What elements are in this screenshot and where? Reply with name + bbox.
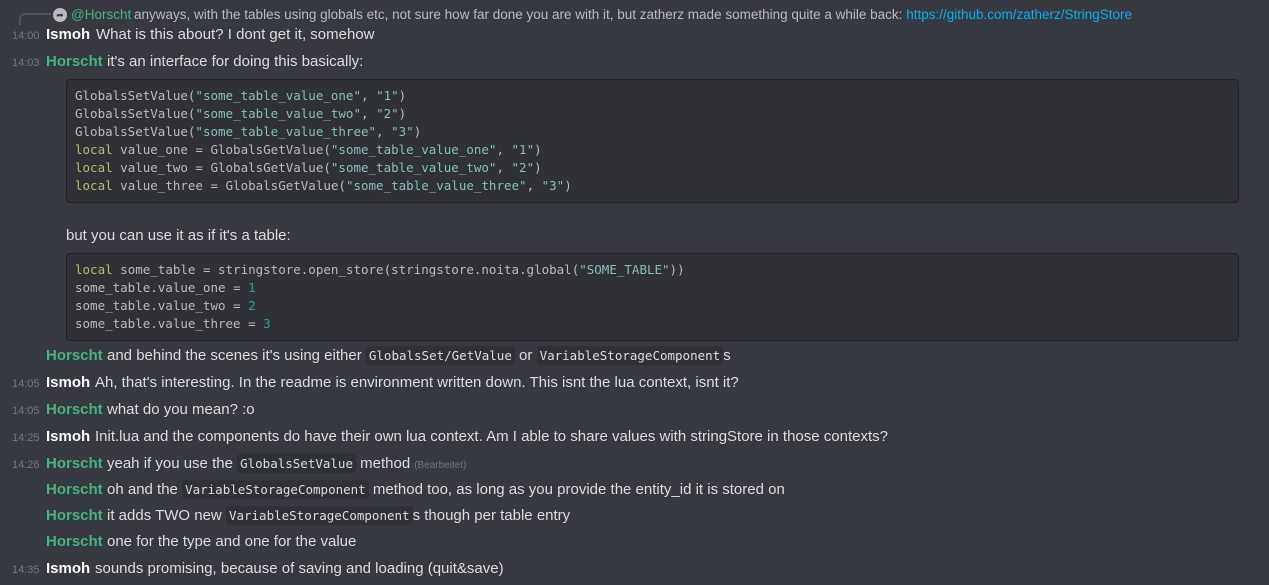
author-name[interactable]: Horscht: [46, 453, 103, 475]
code-line: some_table.value_one = 1: [75, 280, 256, 295]
code-line: GlobalsSetValue("some_table_value_three"…: [75, 124, 422, 139]
reply-reference[interactable]: ➦ @Horscht anyways, with the tables usin…: [0, 5, 1269, 25]
author-name[interactable]: Ismoh: [46, 372, 90, 394]
inline-code: GlobalsSetValue: [237, 454, 356, 473]
code-line: GlobalsSetValue("some_table_value_two", …: [75, 106, 407, 121]
inline-code: VariableStorageComponent: [536, 346, 724, 365]
code-line: GlobalsSetValue("some_table_value_one", …: [75, 88, 407, 103]
message-text: one for the type and one for the value: [107, 533, 357, 550]
inline-code: VariableStorageComponent: [182, 480, 369, 499]
code-line: local some_table = stringstore.open_stor…: [75, 262, 685, 277]
author-name[interactable]: Horscht: [46, 345, 103, 367]
author-name[interactable]: Ismoh: [46, 558, 90, 580]
message-text: Ah, that's interesting. In the readme is…: [95, 374, 739, 391]
reply-mention[interactable]: @Horscht: [71, 7, 131, 22]
reply-link[interactable]: https://github.com/zatherz/StringStore: [906, 7, 1132, 22]
reply-text: anyways, with the tables using globals e…: [134, 7, 1132, 22]
code-line: some_table.value_two = 2: [75, 298, 256, 313]
timestamp: 14:26: [12, 459, 40, 471]
author-name[interactable]: Horscht: [46, 505, 103, 527]
message-text: yeah if you use the GlobalsSetValue meth…: [107, 454, 467, 473]
message-text: oh and the VariableStorageComponent meth…: [107, 480, 785, 499]
inline-code: VariableStorageComponent: [225, 506, 413, 525]
author-name[interactable]: Ismoh: [46, 426, 90, 448]
code-line: local value_one = GlobalsGetValue("some_…: [75, 142, 542, 157]
timestamp: 14:03: [12, 57, 40, 69]
edited-label: (Bearbeitet): [414, 460, 467, 471]
code-block: local some_table = stringstore.open_stor…: [66, 253, 1239, 341]
code-line: local value_three = GlobalsGetValue("som…: [75, 178, 572, 193]
message-text: What is this about? I dont get it, someh…: [96, 26, 375, 43]
author-name[interactable]: Ismoh: [46, 24, 90, 46]
reply-arrow-icon: ➦: [53, 8, 67, 22]
message-text: Init.lua and the components do have thei…: [95, 428, 888, 445]
message-text: it's an interface for doing this basical…: [107, 53, 364, 70]
message-text: but you can use it as if it's a table:: [66, 227, 291, 244]
message-text: it adds TWO new VariableStorageComponent…: [107, 506, 571, 525]
inline-code: GlobalsSet/GetValue: [365, 346, 515, 365]
message-text: what do you mean? :o: [107, 401, 255, 418]
timestamp: 14:05: [12, 405, 40, 417]
timestamp: 14:05: [12, 378, 40, 390]
code-block: GlobalsSetValue("some_table_value_one", …: [66, 79, 1239, 203]
code-line: local value_two = GlobalsGetValue("some_…: [75, 160, 542, 175]
message-text: and behind the scenes it's using either …: [107, 346, 731, 365]
timestamp: 14:00: [12, 30, 40, 42]
reply-body: anyways, with the tables using globals e…: [134, 7, 903, 22]
author-name[interactable]: Horscht: [46, 51, 103, 73]
timestamp: 14:25: [12, 432, 40, 444]
timestamp: 14:35: [12, 564, 40, 576]
author-name[interactable]: Horscht: [46, 479, 103, 501]
code-line: some_table.value_three = 3: [75, 316, 271, 331]
author-name[interactable]: Horscht: [46, 531, 103, 553]
message-text: sounds promising, because of saving and …: [95, 560, 504, 577]
author-name[interactable]: Horscht: [46, 399, 103, 421]
